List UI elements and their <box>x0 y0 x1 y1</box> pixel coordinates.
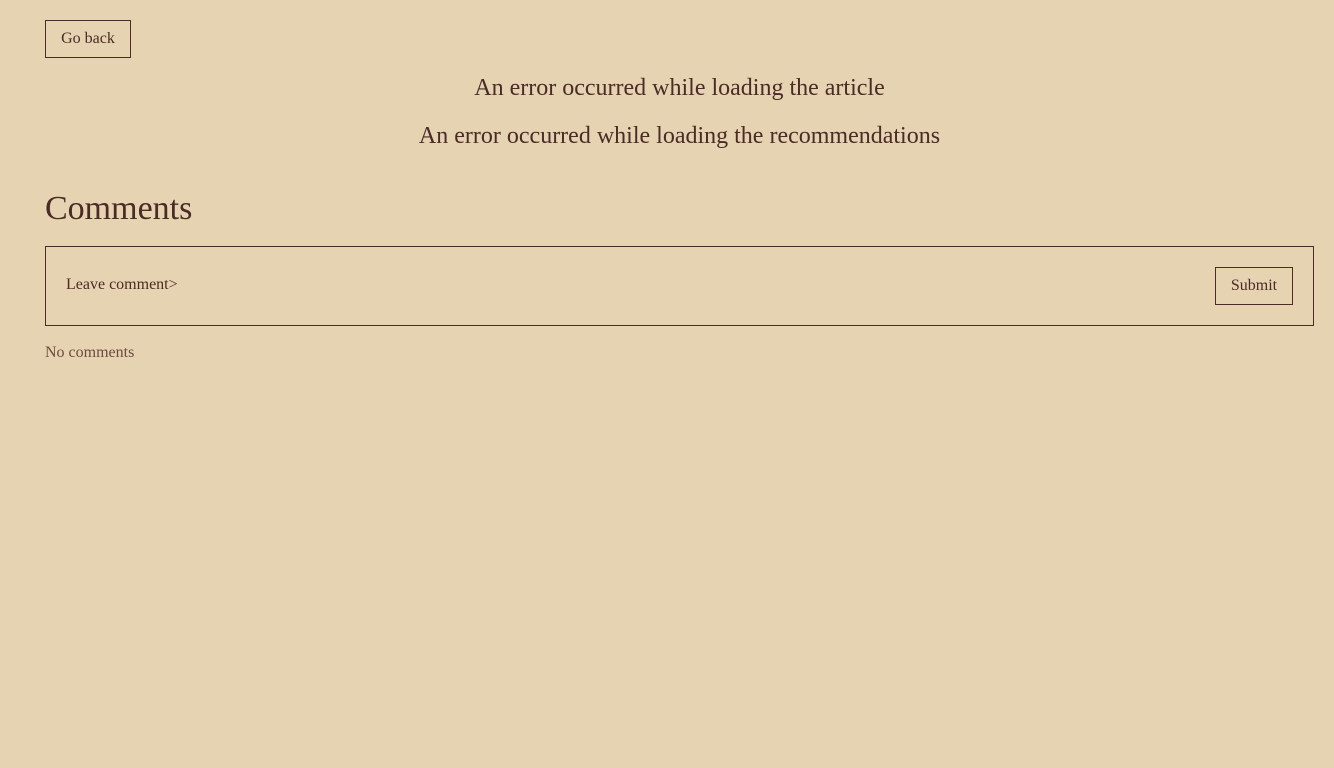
no-comments-text: No comments <box>45 344 135 361</box>
comment-input[interactable] <box>180 267 1244 307</box>
comment-form: Leave comment> Submit <box>45 246 1314 326</box>
go-back-button[interactable]: Go back <box>45 20 131 58</box>
comments-heading: Comments <box>45 190 193 227</box>
comment-label: Leave comment> <box>66 276 178 293</box>
recommendations-error-message: An error occurred while loading the reco… <box>418 123 941 149</box>
article-error-message: An error occurred while loading the arti… <box>474 75 885 101</box>
submit-button[interactable]: Submit <box>1215 267 1293 305</box>
